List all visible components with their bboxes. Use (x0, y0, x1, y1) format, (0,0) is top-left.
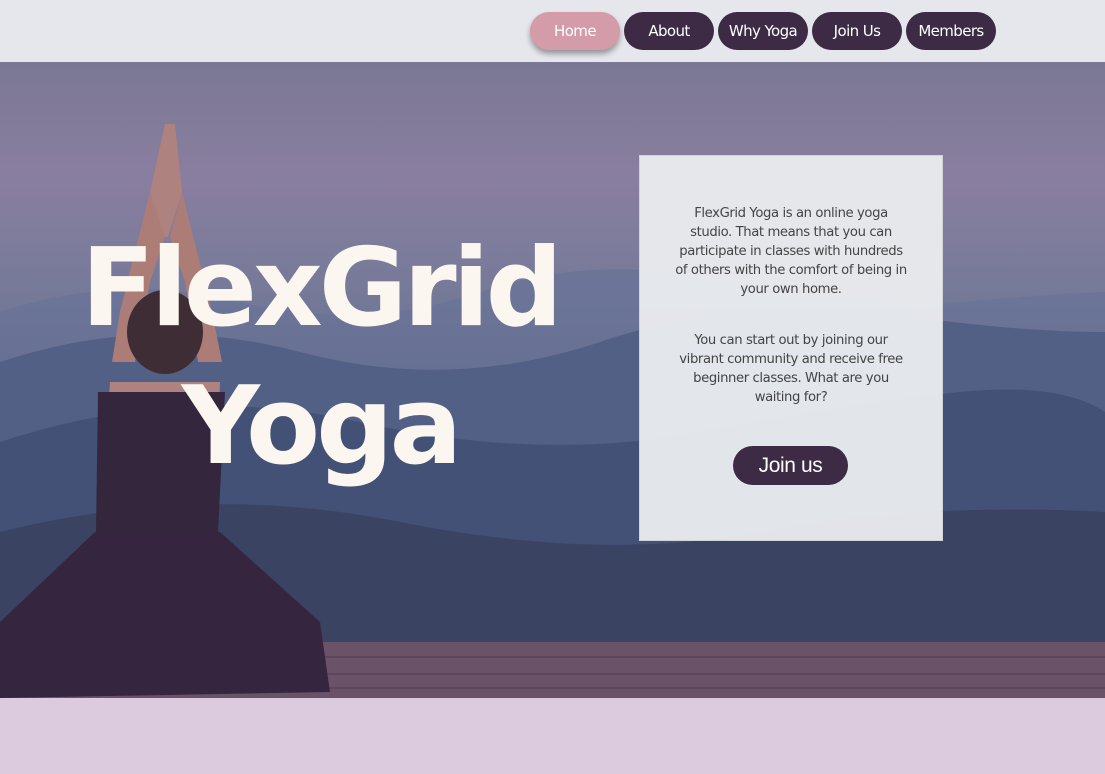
nav-about-button[interactable]: About (624, 12, 714, 50)
nav-home-button[interactable]: Home (530, 12, 620, 50)
hero-title-line1: FlexGrid (81, 226, 563, 351)
hero-title: FlexGrid Yoga (70, 220, 570, 496)
footer-band (0, 698, 1105, 774)
intro-card: FlexGrid Yoga is an online yoga studio. … (639, 155, 943, 541)
nav-join-us-button[interactable]: Join Us (812, 12, 902, 50)
hero-section: FlexGrid Yoga FlexGrid Yoga is an online… (0, 62, 1105, 698)
top-navigation-bar: Home About Why Yoga Join Us Members (0, 0, 1105, 62)
intro-paragraph: FlexGrid Yoga is an online yoga studio. … (675, 206, 907, 297)
invite-paragraph: You can start out by joining our vibrant… (679, 333, 903, 405)
main-nav: Home About Why Yoga Join Us Members (530, 12, 996, 50)
hero-title-line2: Yoga (181, 364, 463, 489)
nav-why-yoga-button[interactable]: Why Yoga (718, 12, 808, 50)
join-us-button[interactable]: Join us (733, 446, 848, 485)
nav-members-button[interactable]: Members (906, 12, 996, 50)
